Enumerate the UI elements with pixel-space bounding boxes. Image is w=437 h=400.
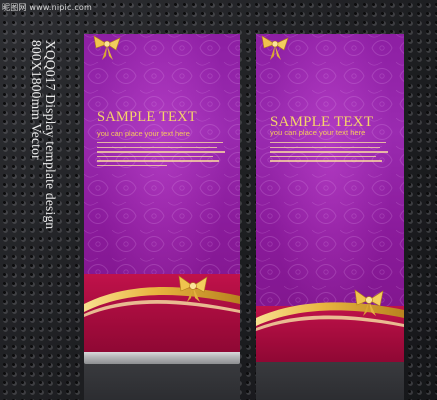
gold-ribbon-icon xyxy=(84,286,240,317)
watermark: 昵图网 www.nipic.com xyxy=(2,3,93,12)
banner-right: SAMPLE TEXT you can place your text here xyxy=(256,34,404,362)
stand-floor-right xyxy=(256,360,404,400)
side-caption: XQQ017 Display template design 800X1800m… xyxy=(29,40,64,340)
banner-subtitle: you can place your text here xyxy=(97,129,190,138)
ribbon-bow-icon xyxy=(354,289,384,316)
caption-line-product: XQQ017 Display template design xyxy=(43,40,58,230)
banner-title: SAMPLE TEXT xyxy=(97,109,197,125)
placeholder-text-block xyxy=(270,142,388,165)
stand-floor-left xyxy=(84,360,240,400)
banner-subtitle: you can place your text here xyxy=(270,128,366,137)
ribbon-bow-icon xyxy=(261,35,289,60)
ribbon-bow-icon xyxy=(93,35,121,60)
caption-line-size: 800X1800mm Vector xyxy=(29,40,44,160)
banner-left: SAMPLE TEXT you can place your text here xyxy=(84,34,240,352)
placeholder-text-block xyxy=(97,142,225,169)
stand-base xyxy=(84,350,240,364)
ribbon-bow-icon xyxy=(178,275,208,302)
display-template-canvas: 昵图网 www.nipic.com XQQ017 Display templat… xyxy=(0,0,437,400)
